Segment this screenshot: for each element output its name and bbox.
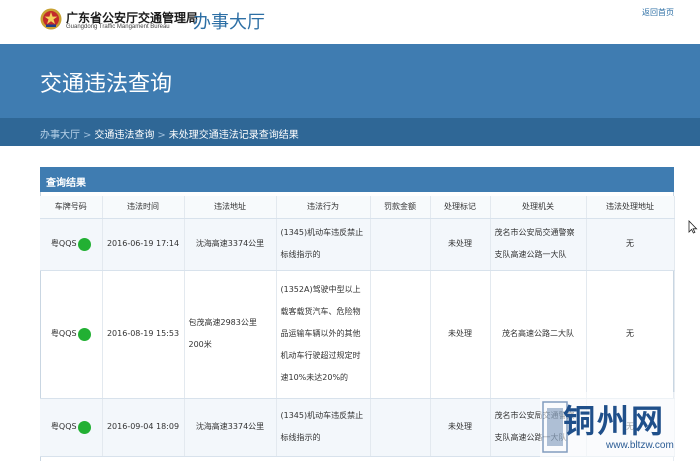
- results-panel-title: 查询结果: [46, 178, 86, 189]
- address-cell: 沈海高速3374公里: [184, 218, 277, 271]
- page-title: 交通违法查询: [40, 72, 173, 97]
- green-dot-icon: [77, 237, 91, 251]
- breadcrumb-service-hall[interactable]: 办事大厅: [40, 130, 80, 141]
- office-cell: 茂名市公安局交通警察支队高速公路一大队: [490, 218, 587, 271]
- office-cell: 茂名高速公路二大队: [490, 270, 587, 399]
- plate-number: 粤QQS: [50, 422, 77, 431]
- fine-cell: [370, 218, 431, 271]
- back-home-link[interactable]: 返回首页: [642, 7, 674, 18]
- service-hall-title[interactable]: 办事大厅: [193, 8, 265, 34]
- time-cell: 2016-06-19 17:14: [102, 218, 185, 271]
- column-header-time: 违法时间: [102, 196, 185, 219]
- address-cell: 沈海高速3374公里: [184, 398, 277, 457]
- address-cell: 包茂高速2983公里200米: [184, 270, 277, 399]
- green-dot-icon: [77, 420, 91, 434]
- behavior-cell: (1345)机动车违反禁止标线指示的: [276, 398, 371, 457]
- mouse-cursor-icon: [688, 220, 698, 234]
- column-header-plate: 车牌号码: [40, 196, 103, 219]
- breadcrumb-separator: >: [83, 130, 92, 141]
- time-cell: 2016-08-19 15:53: [102, 270, 185, 399]
- time-cell: 2016-09-04 18:09: [102, 398, 185, 457]
- table-header-row: 车牌号码 违法时间 违法地址 违法行为 罚款金额 处理标记 处理机关 违法处理地…: [40, 196, 675, 219]
- watermark-url: www.bltzw.com: [606, 440, 674, 451]
- breadcrumb: 办事大厅 > 交通违法查询 > 未处理交通违法记录查询结果: [40, 126, 299, 141]
- plate-number: 粤QQS: [50, 239, 77, 248]
- watermark-logo-text: 铜州网: [563, 402, 666, 440]
- green-dot-icon: [77, 327, 91, 341]
- column-header-fine: 罚款金额: [370, 196, 431, 219]
- plate-cell: 粤QQS: [40, 398, 103, 457]
- table-row: 粤QQS 2016-08-19 15:53 包茂高速2983公里200米 (13…: [40, 270, 675, 399]
- behavior-cell: (1345)机动车违反禁止标线指示的: [276, 218, 371, 271]
- handle-address-cell: 无: [586, 270, 675, 399]
- status-cell: 未处理: [430, 398, 491, 457]
- fine-cell: [370, 398, 431, 457]
- behavior-cell: (1352A)驾驶中型以上载客载货汽车、危险物品运输车辆以外的其他机动车行驶超过…: [276, 270, 371, 399]
- plate-cell: 粤QQS: [40, 218, 103, 271]
- police-emblem-icon: [40, 8, 62, 30]
- handle-address-cell: 无: [586, 218, 675, 271]
- column-header-address: 违法地址: [184, 196, 277, 219]
- fine-cell: [370, 270, 431, 399]
- status-cell: 未处理: [430, 270, 491, 399]
- breadcrumb-separator: >: [157, 130, 166, 141]
- org-name-en: Guangdong Traffic Mangament Bureau: [66, 24, 170, 30]
- column-header-status: 处理标记: [430, 196, 491, 219]
- breadcrumb-current: 未处理交通违法记录查询结果: [168, 130, 299, 141]
- results-panel-header: [40, 167, 674, 192]
- column-header-handle-address: 违法处理地址: [586, 196, 675, 219]
- plate-number: 粤QQS: [50, 329, 77, 338]
- breadcrumb-violation-query[interactable]: 交通违法查询: [94, 130, 154, 141]
- status-cell: 未处理: [430, 218, 491, 271]
- plate-cell: 粤QQS: [40, 270, 103, 399]
- table-row: 粤QQS 2016-06-19 17:14 沈海高速3374公里 (1345)机…: [40, 218, 675, 271]
- column-header-office: 处理机关: [490, 196, 587, 219]
- column-header-behavior: 违法行为: [276, 196, 371, 219]
